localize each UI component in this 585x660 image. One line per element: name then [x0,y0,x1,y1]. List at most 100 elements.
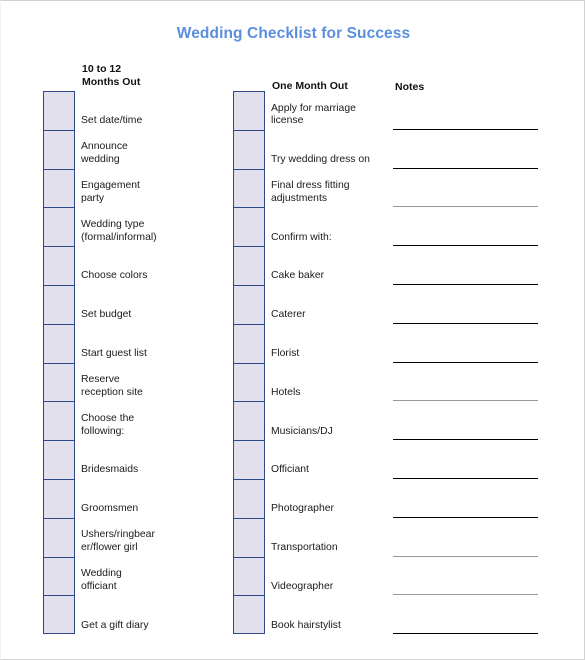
checkbox-cell[interactable] [233,168,265,208]
checklist-item-label: Bridesmaids [81,464,139,476]
checkbox-cell[interactable] [43,168,75,208]
page-title: Wedding Checklist for Success [176,25,411,42]
notes-write-line [393,633,538,635]
checklist-item-label: Book hairstylist [271,619,341,631]
checklist-row: Reserve reception site [43,362,198,402]
checklist-row: Start guest list [43,323,198,363]
checklist-row: Hotels [233,362,388,402]
checklist-item-label: Photographer [271,503,334,515]
checkbox-cell[interactable] [233,246,265,285]
checklist-row: Wedding officiant [43,556,198,596]
checklist-item-label: Try wedding dress on [271,154,370,165]
checkbox-cell[interactable] [233,517,265,557]
checklist-row: Choose the following: [43,401,198,441]
notes-row[interactable] [393,401,538,441]
checkbox-cell[interactable] [43,362,75,402]
checkbox-cell[interactable] [233,440,265,479]
checkbox-cell[interactable] [43,440,75,479]
notes-row[interactable] [393,285,538,324]
notes-row[interactable] [393,246,538,285]
column-header-left: 10 to 12 Months Out [82,63,141,88]
checklist-item-label: Transportation [271,541,338,553]
checkbox-cell[interactable] [43,91,75,130]
notes-row[interactable] [393,207,538,247]
checklist-item-label: Musicians/DJ [271,425,333,437]
checklist-row: Book hairstylist [233,595,388,635]
checkbox-cell[interactable] [43,478,75,518]
checklist-item-label: Set date/time [81,115,143,127]
checklist-item-label: Apply for marriage license [271,102,356,127]
checkbox-cell[interactable] [233,129,265,169]
checklist-row: Musicians/DJ [233,401,388,441]
checkbox-cell[interactable] [233,284,265,324]
checklist-row: Transportation [233,517,388,557]
checkbox-cell[interactable] [43,556,75,596]
checklist-item-label: Wedding officiant [81,568,122,592]
checklist-row: Wedding type (formal/informal) [43,207,198,247]
notes-row[interactable] [393,479,538,518]
checkbox-cell[interactable] [233,401,265,441]
checklist-item-label: Set budget [81,309,132,321]
checklist-row: Florist [233,323,388,363]
checkbox-cell[interactable] [233,556,265,596]
notes-row[interactable] [393,130,538,169]
checklist-item-label: Choose colors [81,270,148,282]
checkbox-cell[interactable] [43,207,75,247]
checklist-row: Apply for marriage license [233,91,388,130]
checkbox-cell[interactable] [43,401,75,441]
checklist-row: Groomsmen [43,478,198,518]
notes-row[interactable] [393,557,538,596]
notes-row[interactable] [393,169,538,208]
checkbox-cell[interactable] [43,284,75,324]
checkbox-cell[interactable] [233,91,265,130]
checklist-item-label: Hotels [271,386,301,398]
checklist-row: Videographer [233,556,388,596]
checkbox-cell[interactable] [233,207,265,247]
notes-row[interactable] [393,595,538,635]
checkbox-cell[interactable] [43,323,75,363]
checklist-item-label: Get a gift diary [81,619,149,631]
checklist-item-label: Cake baker [271,270,325,282]
checklist-row: Engagement party [43,168,198,208]
checklist-item-label: Caterer [271,309,306,321]
checklist-item-label: Final dress fitting adjustments [271,180,350,204]
checkbox-cell[interactable] [233,323,265,363]
checklist-row: Set budget [43,284,198,324]
checkbox-cell[interactable] [43,129,75,169]
checklist-page: Wedding Checklist for Success 10 to 12 M… [0,0,585,660]
checklist-item-label: Confirm with: [271,231,332,243]
checklist-row: Final dress fitting adjustments [233,168,388,208]
checklist-row: Ushers/ringbear er/flower girl [43,517,198,557]
checklist-row: Cake baker [233,246,388,285]
notes-row[interactable] [393,440,538,479]
checklist-row: Caterer [233,284,388,324]
checklist-item-label: Wedding type (formal/informal) [81,219,157,243]
checklist-column-left: Set date/time Announce wedding Engagement … [43,91,198,635]
checklist-row: Officiant [233,440,388,479]
checkbox-cell[interactable] [233,595,265,635]
checklist-row: Choose colors [43,246,198,285]
checklist-row: Announce wedding [43,129,198,169]
checklist-item-label: Florist [271,347,300,359]
checklist-row: Confirm with: [233,207,388,247]
checklist-row: Photographer [233,478,388,518]
checklist-item-label: Start guest list [81,347,147,359]
notes-column [393,91,538,635]
checklist-item-label: Ushers/ringbear er/flower girl [81,529,155,553]
checkbox-cell[interactable] [233,478,265,518]
checklist-row: Get a gift diary [43,595,198,635]
checklist-item-label: Reserve reception site [81,374,143,398]
notes-row[interactable] [393,324,538,363]
notes-row[interactable] [393,518,538,557]
checkbox-cell[interactable] [43,246,75,285]
checkbox-cell[interactable] [233,362,265,402]
checklist-row: Try wedding dress on [233,129,388,169]
checklist-item-label: Videographer [271,580,334,592]
checklist-row: Bridesmaids [43,440,198,479]
checklist-item-label: Engagement party [81,180,140,204]
checklist-column-right: Apply for marriage license Try wedding dr… [233,91,388,635]
checkbox-cell[interactable] [43,517,75,557]
notes-row[interactable] [393,363,538,402]
checkbox-cell[interactable] [43,595,75,635]
notes-row[interactable] [393,91,538,130]
